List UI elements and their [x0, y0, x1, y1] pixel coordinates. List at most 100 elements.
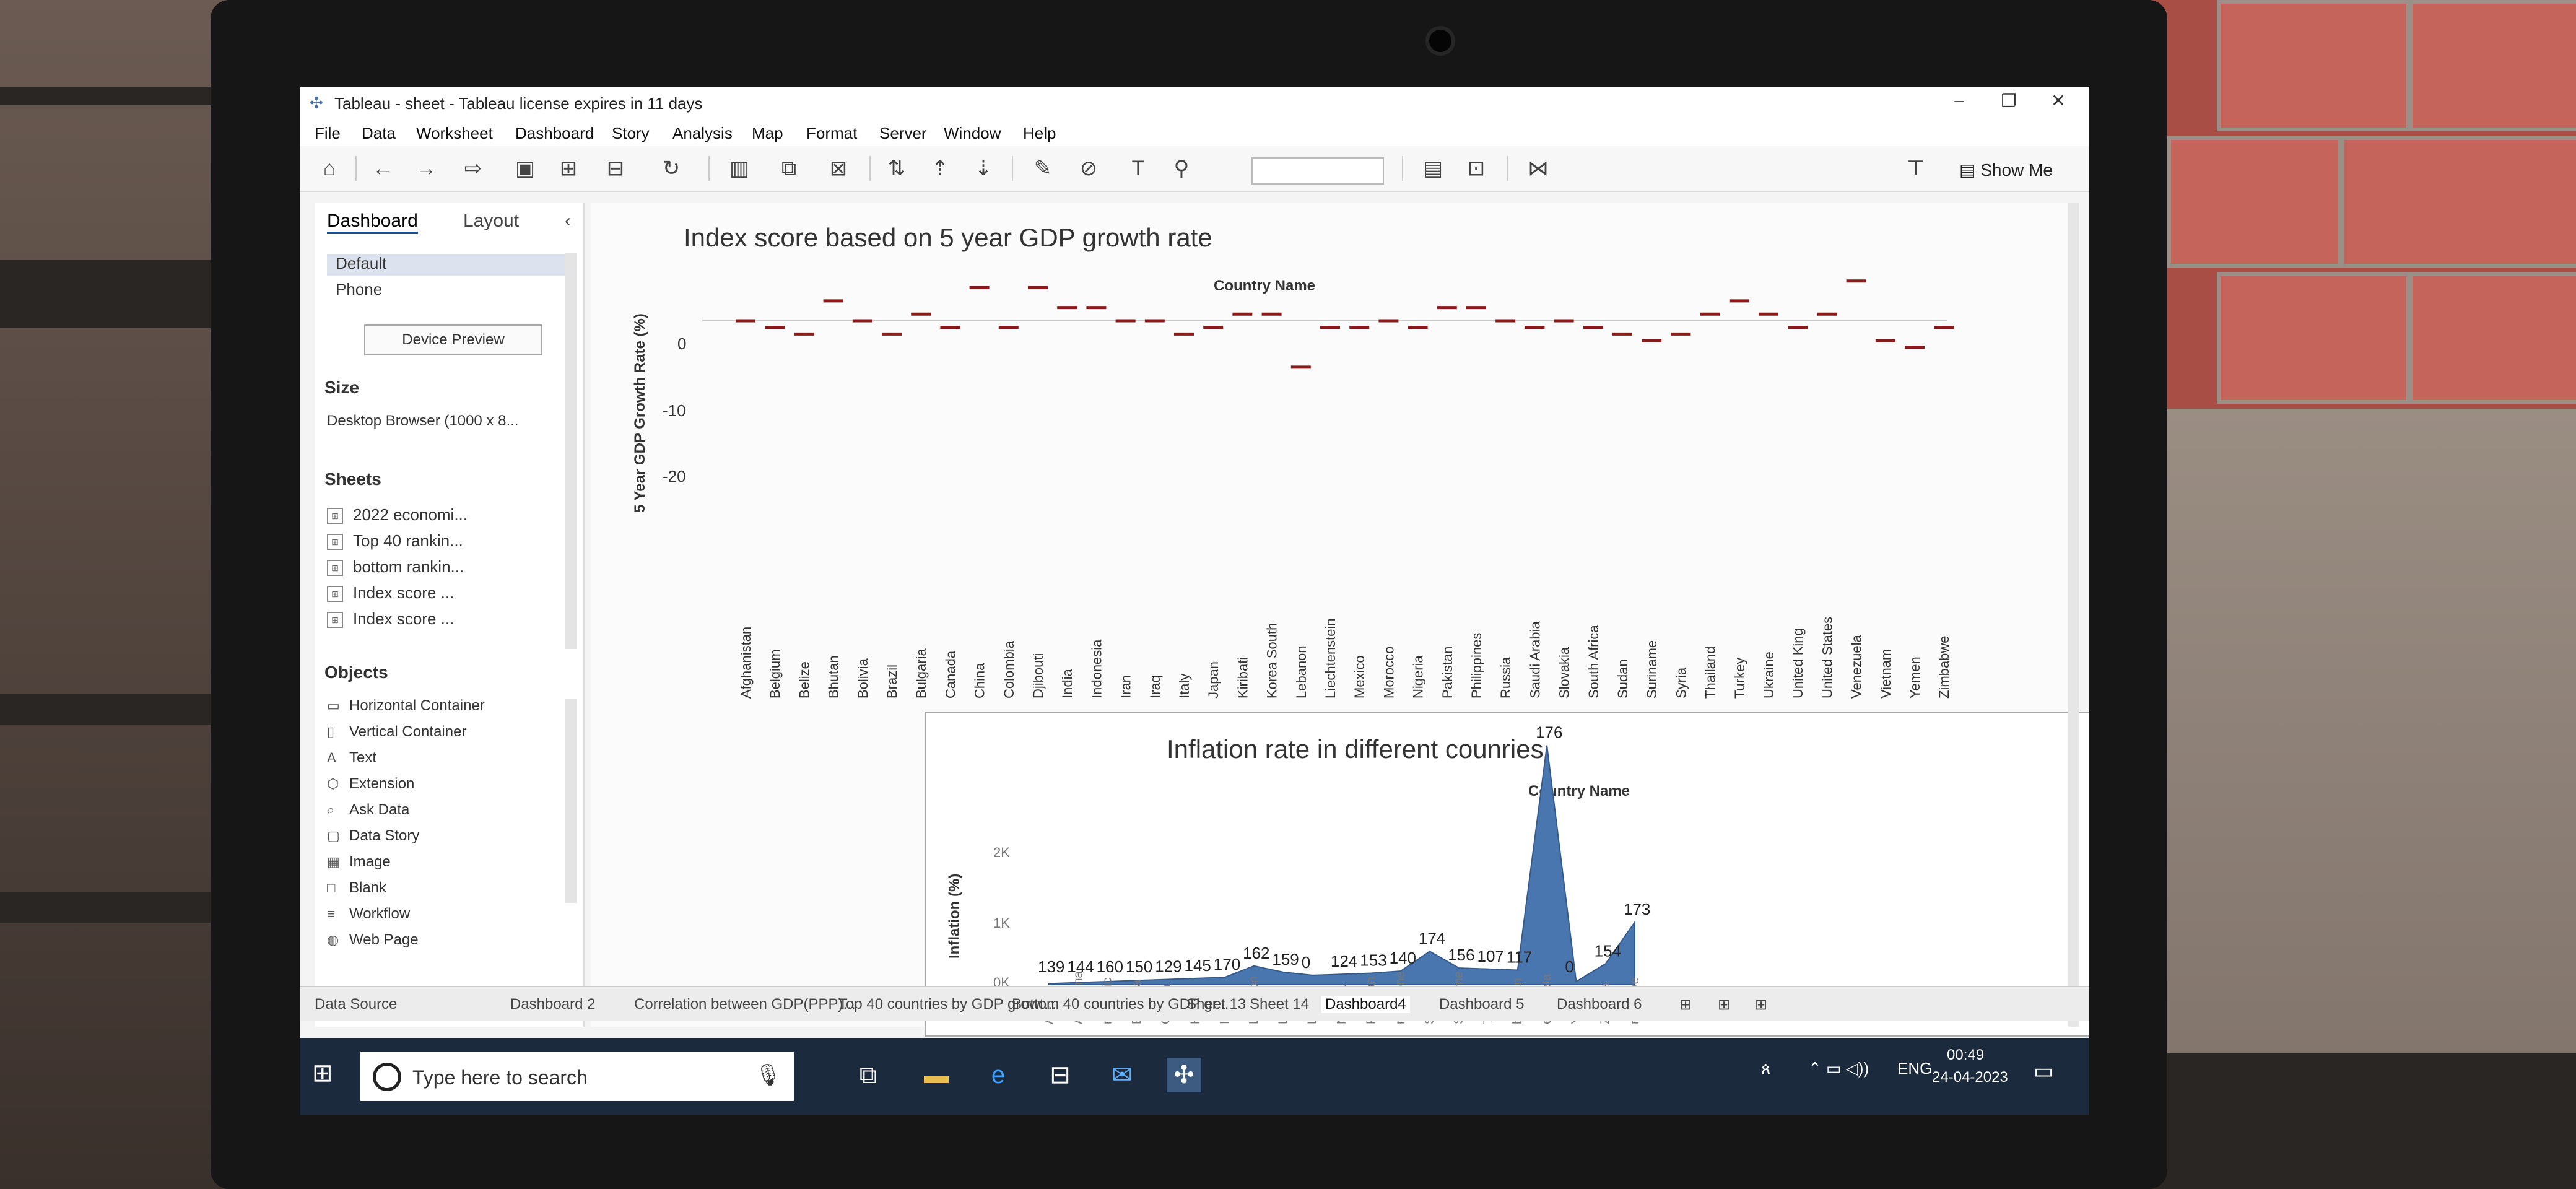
refresh-icon[interactable]: ↻ — [653, 155, 690, 182]
tooltip-icon[interactable]: ⊤ — [1897, 155, 1934, 182]
menu-help[interactable]: Help — [1023, 124, 1056, 143]
redo-arrow-icon[interactable]: → — [411, 155, 441, 182]
menu-map[interactable]: Map — [752, 124, 783, 143]
object-item[interactable]: □ Blank — [327, 879, 386, 897]
tab-data-source[interactable]: Data Source — [315, 996, 397, 1013]
tab-sheet-13[interactable]: Sheet 13 — [1186, 996, 1246, 1013]
people-icon[interactable]: ጰ — [1761, 1059, 1771, 1079]
tableau-taskbar-icon[interactable]: ✣ — [1167, 1058, 1201, 1092]
sort-descending-icon[interactable]: ⇣ — [968, 155, 998, 182]
menu-file[interactable]: File — [315, 124, 341, 143]
sheet-item[interactable]: ⊞ Top 40 rankin... — [327, 531, 463, 551]
tab-dashboard[interactable]: Dashboard — [327, 211, 418, 234]
duplicate-sheet-icon[interactable]: ⧉ — [770, 155, 807, 182]
object-item[interactable]: ⬡ Extension — [327, 775, 414, 793]
object-item[interactable]: ≡ Workflow — [327, 905, 410, 923]
device-default[interactable]: Default — [327, 254, 565, 276]
object-item[interactable]: ⌕ Ask Data — [327, 801, 409, 819]
object-item[interactable]: ◍ Web Page — [327, 931, 419, 949]
canvas-scrollbar[interactable] — [2068, 203, 2079, 1027]
store-icon[interactable]: ⊟ — [1043, 1058, 1077, 1092]
sheet-item[interactable]: ⊞ bottom rankin... — [327, 557, 464, 577]
menu-server[interactable]: Server — [879, 124, 927, 143]
inflation-area[interactable] — [1048, 745, 1635, 985]
dashboard-canvas: Index score based on 5 year GDP growth r… — [591, 203, 2089, 1037]
object-item[interactable]: A Text — [327, 749, 376, 767]
minimize-button[interactable]: – — [1941, 90, 1978, 115]
sort-ascending-icon[interactable]: ⇡ — [925, 155, 955, 182]
object-item[interactable]: ▢ Data Story — [327, 827, 419, 845]
labels-icon[interactable]: T — [1123, 155, 1153, 182]
home-icon[interactable]: ⌂ — [315, 155, 344, 182]
collapse-pane-icon[interactable]: ‹ — [565, 211, 571, 232]
menu-analysis[interactable]: Analysis — [672, 124, 733, 143]
tab-layout[interactable]: Layout — [463, 211, 519, 232]
object-item[interactable]: ▯ Vertical Container — [327, 723, 466, 741]
group-icon[interactable]: ⊘ — [1074, 155, 1103, 182]
object-item-label: Image — [349, 853, 391, 870]
new-sheet-icon[interactable]: ⊞ — [1679, 996, 1692, 1014]
device-preview-button[interactable]: Device Preview — [364, 324, 542, 355]
file-explorer-icon[interactable]: ▬ — [919, 1058, 954, 1092]
menu-format[interactable]: Format — [806, 124, 857, 143]
language-indicator[interactable]: ENG — [1897, 1059, 1932, 1078]
pin-icon[interactable]: ⚲ — [1167, 155, 1196, 182]
notifications-icon[interactable]: ▭ — [2034, 1059, 2053, 1084]
object-item-label: Blank — [349, 879, 387, 896]
data-label: 124 — [1331, 952, 1357, 970]
highlight-icon[interactable]: ✎ — [1024, 155, 1061, 182]
tab-dashboard-2[interactable]: Dashboard 2 — [510, 996, 595, 1013]
sheet-item[interactable]: ⊞ Index score ... — [327, 609, 454, 629]
clock-time[interactable]: 00:49 — [1947, 1047, 1984, 1064]
show-me-button[interactable]: ▤ Show Me — [1959, 160, 2053, 180]
microphone-icon[interactable]: 🎙 — [755, 1063, 781, 1087]
sheet-item[interactable]: ⊞ Index score ... — [327, 583, 454, 603]
tray-icons[interactable]: ⌃ ▭ ◁)) — [1808, 1059, 1869, 1078]
pause-update-icon[interactable]: ⊟ — [597, 155, 634, 182]
tab-dashboard4[interactable]: Dashboard4 — [1321, 996, 1410, 1013]
undo-arrow-icon[interactable]: ← — [368, 155, 398, 182]
tab-dashboard-6[interactable]: Dashboard 6 — [1557, 996, 1642, 1013]
new-datasource-icon[interactable]: ⊞ — [554, 155, 583, 182]
task-view-icon[interactable]: ⧉ — [851, 1058, 886, 1092]
save-icon[interactable]: ▣ — [510, 155, 540, 182]
sheet-item[interactable]: ⊞ 2022 economi... — [327, 505, 468, 525]
share-icon[interactable]: ⋈ — [1520, 155, 1557, 182]
mail-icon[interactable]: ✉ — [1105, 1058, 1139, 1092]
replay-icon[interactable]: ⇨ — [455, 155, 492, 182]
restore-button[interactable]: ❐ — [1990, 90, 2027, 115]
size-dropdown[interactable]: Desktop Browser (1000 x 8... — [327, 412, 518, 430]
tab-dashboard-5[interactable]: Dashboard 5 — [1439, 996, 1524, 1013]
device-phone[interactable]: Phone — [336, 280, 382, 299]
clear-sheet-icon[interactable]: ⊠ — [820, 155, 857, 182]
fit-dropdown[interactable] — [1251, 157, 1384, 185]
tab-sheet-14[interactable]: Sheet 14 — [1250, 996, 1309, 1013]
data-label: 129 — [1155, 957, 1181, 976]
menu-story[interactable]: Story — [612, 124, 650, 143]
windows-start-icon[interactable]: ⊞ — [312, 1059, 344, 1091]
objects-scrollbar[interactable] — [565, 699, 577, 903]
close-button[interactable]: ✕ — [2040, 90, 2077, 115]
new-story-icon[interactable]: ⊞ — [1755, 996, 1767, 1014]
clock-date[interactable]: 24-04-2023 — [1932, 1069, 2008, 1086]
tab-correlation-between-gdp-ppp[interactable]: Correlation between GDP(PPP)... — [634, 996, 855, 1013]
edge-icon[interactable]: e — [981, 1058, 1016, 1092]
data-story-icon: ▢ — [327, 828, 340, 843]
object-item-label: Ask Data — [349, 801, 410, 818]
object-item[interactable]: ▭ Horizontal Container — [327, 697, 485, 715]
menu-worksheet[interactable]: Worksheet — [416, 124, 493, 143]
menu-window[interactable]: Window — [944, 124, 1001, 143]
swap-icon[interactable]: ⇅ — [882, 155, 912, 182]
screen: ✣ Tableau - sheet - Tableau license expi… — [300, 87, 2089, 1115]
window-title: Tableau - sheet - Tableau license expire… — [334, 94, 703, 113]
menu-dashboard[interactable]: Dashboard — [515, 124, 594, 143]
new-worksheet-icon[interactable]: ▥ — [721, 155, 758, 182]
presentation-icon[interactable]: ⊡ — [1458, 155, 1495, 182]
new-dashboard-icon[interactable]: ⊞ — [1718, 996, 1730, 1014]
sheets-scrollbar[interactable] — [565, 253, 577, 649]
show-cards-icon[interactable]: ▤ — [1414, 155, 1451, 182]
object-item[interactable]: ▦ Image — [327, 853, 391, 871]
object-item-label: Data Story — [349, 827, 420, 844]
taskbar-search[interactable]: Type here to search 🎙 — [360, 1052, 794, 1101]
menu-data[interactable]: Data — [362, 124, 396, 143]
